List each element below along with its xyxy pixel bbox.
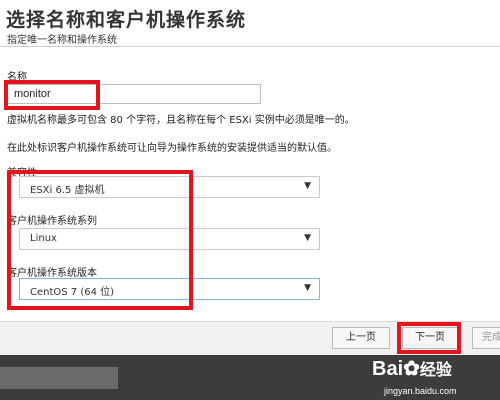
highlight-next-box [397,322,461,354]
paw-icon: ✿ [403,358,420,380]
header-divider [0,46,500,47]
back-button[interactable]: 上一页 [332,327,390,349]
dropdown-arrow-icon: ▼ [304,181,311,191]
finish-button[interactable]: 完成 [472,327,500,349]
watermark-brand2: 经验 [419,362,452,379]
highlight-name-box [4,80,100,110]
watermark-brand: Bai [372,358,404,380]
baidu-watermark: Bai✿经验 [372,356,452,381]
dropdown-arrow-icon: ▼ [304,233,311,243]
dropdown-arrow-icon: ▼ [304,283,311,293]
page-title: 选择名称和客户机操作系统 [6,9,247,31]
highlight-os-box [7,170,193,310]
name-hint: 虚拟机名称最多可包含 80 个字符，且名称在每个 ESXi 实例中必须是唯一的。 [7,115,355,126]
watermark-url: jingyan.baidu.com [384,386,457,396]
page-subtitle: 指定唯一名称和操作系统 [7,35,117,46]
os-hint: 在此处标识客户机操作系统可让向导为操作系统的安装提供适当的默认值。 [7,143,337,154]
background-bar [0,367,118,389]
